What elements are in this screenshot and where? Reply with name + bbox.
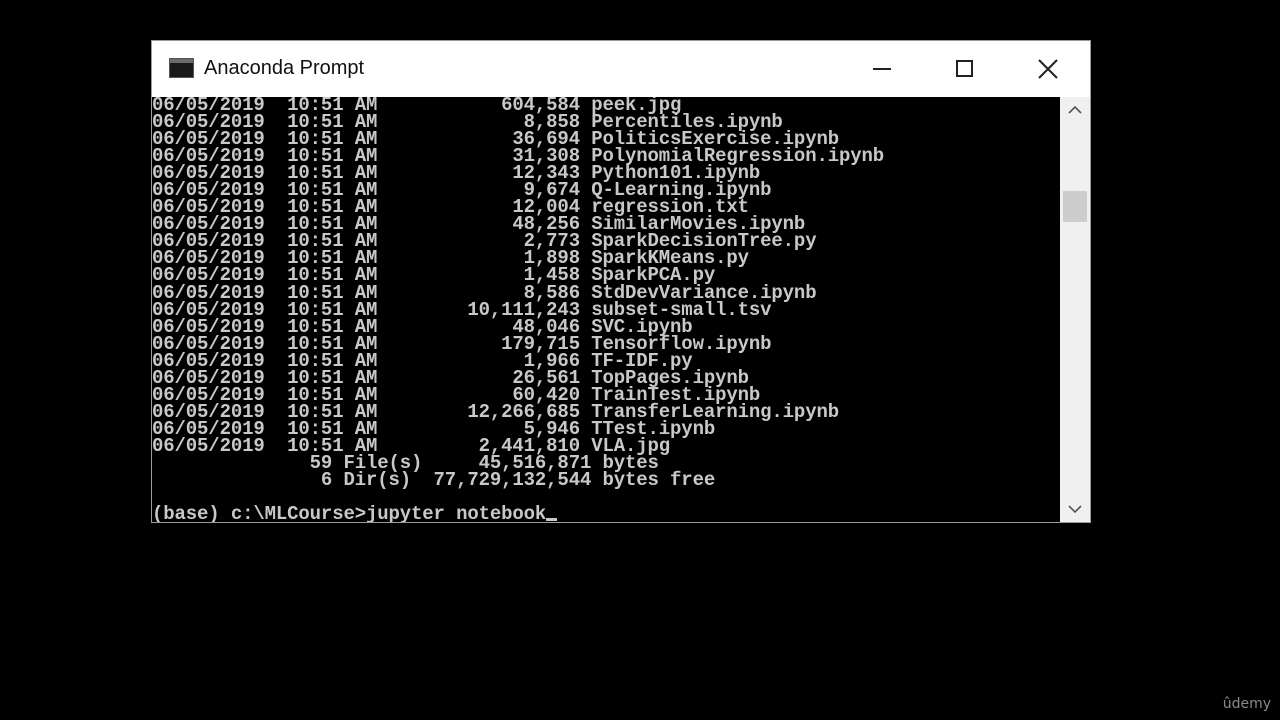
close-button[interactable]	[1018, 41, 1078, 97]
vertical-scrollbar[interactable]	[1060, 97, 1090, 522]
scroll-up-button[interactable]	[1060, 97, 1090, 123]
udemy-watermark: ûdemy	[1222, 696, 1271, 712]
close-icon	[1038, 59, 1058, 79]
text-cursor	[546, 518, 558, 522]
console-icon	[169, 58, 194, 78]
title-bar[interactable]: Anaconda Prompt	[152, 41, 1090, 97]
chevron-down-icon	[1068, 505, 1082, 514]
console-line: 6 Dir(s) 77,729,132,544 bytes free	[152, 469, 716, 492]
window-title: Anaconda Prompt	[204, 57, 365, 79]
command-prompt-line[interactable]: (base) c:\MLCourse>jupyter notebook	[152, 503, 884, 522]
console-window: Anaconda Prompt 06/05/2019 10:51 AM 604,…	[151, 40, 1091, 523]
scroll-thumb[interactable]	[1063, 191, 1087, 222]
minimize-button[interactable]	[852, 41, 912, 97]
console-text: 06/05/2019 10:51 AM 604,584 peek.jpg 06/0…	[152, 97, 884, 522]
maximize-button[interactable]	[934, 41, 994, 97]
command-input[interactable]: (base) c:\MLCourse>jupyter notebook	[152, 503, 546, 522]
minimize-icon	[873, 68, 891, 70]
console-output[interactable]: 06/05/2019 10:51 AM 604,584 peek.jpg 06/0…	[152, 97, 1060, 522]
maximize-icon	[956, 60, 973, 77]
chevron-up-icon	[1068, 105, 1082, 114]
scroll-down-button[interactable]	[1060, 496, 1090, 522]
